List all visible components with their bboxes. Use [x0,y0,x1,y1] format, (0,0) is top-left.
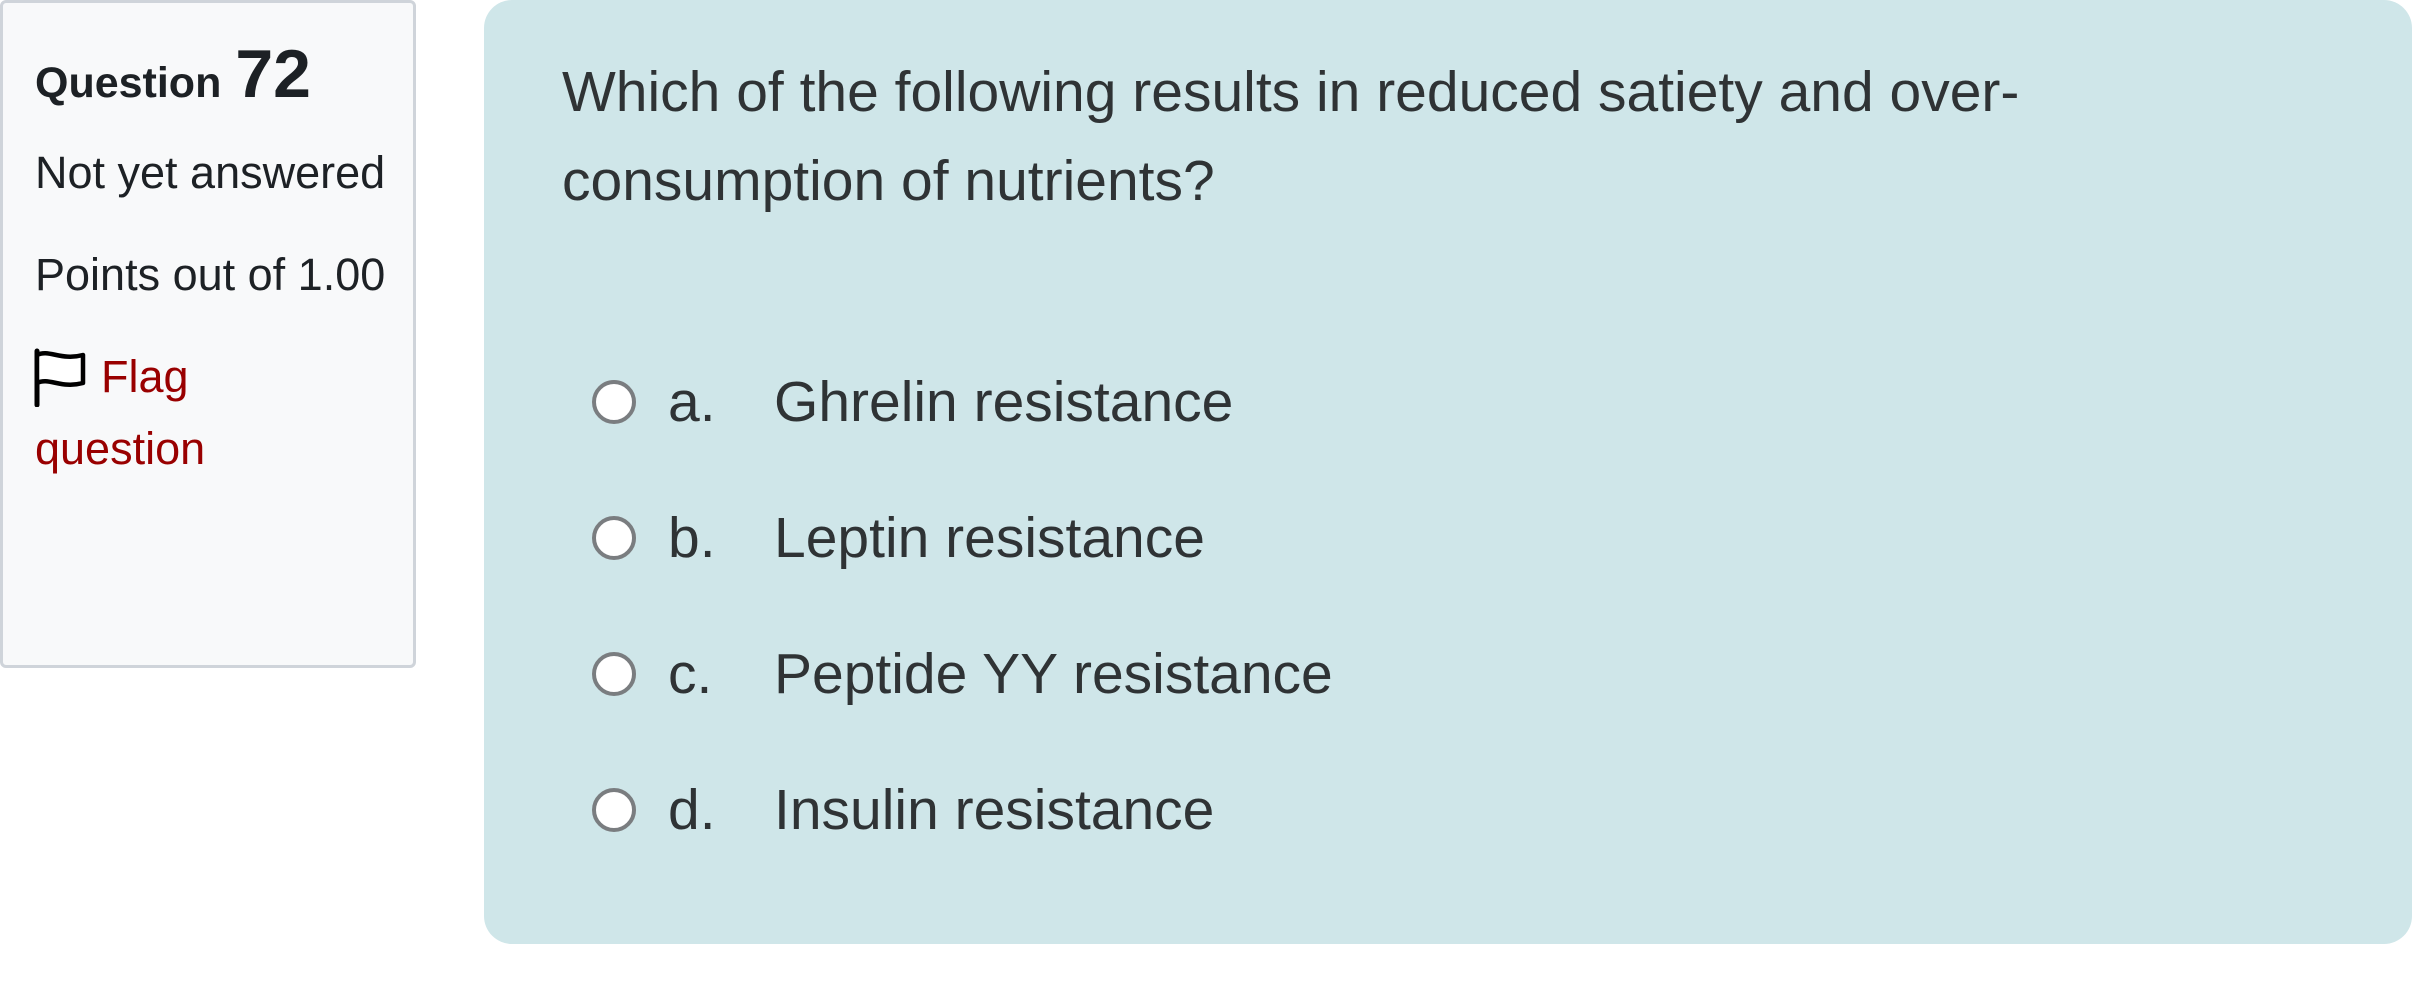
answer-letter: c. [668,642,713,706]
question-number: 72 [235,36,311,112]
answer-letter: b. [668,506,716,570]
answer-option-c[interactable]: c. Peptide YY resistance [562,606,2334,742]
answer-option-d[interactable]: d. Insulin resistance [562,742,2334,878]
question-grade: Points out of 1.00 [35,249,386,300]
answer-list: a. Ghrelin resistance b. Leptin resistan… [562,334,2334,878]
answer-letter: d. [668,778,716,842]
answer-letter: a. [668,370,716,434]
question-text: Which of the following results in reduce… [562,60,2020,213]
radio-button-a[interactable] [592,380,636,424]
question-number-heading: Question 72 [35,29,413,119]
question-content: Which of the following results in reduce… [484,0,2412,944]
question-label: Question [35,59,222,107]
answer-text[interactable]: Ghrelin resistance [774,369,1233,435]
radio-button-b[interactable] [592,516,636,560]
question-info-panel: Question 72 Not yet answered Points out … [0,0,416,668]
radio-button-d[interactable] [592,788,636,832]
answer-text[interactable]: Insulin resistance [774,777,1214,843]
answer-text[interactable]: Peptide YY resistance [774,641,1333,707]
radio-button-c[interactable] [592,652,636,696]
answer-option-b[interactable]: b. Leptin resistance [562,470,2334,606]
flag-icon [34,348,86,407]
flag-question-link[interactable]: Flag question [34,341,413,485]
answer-option-a[interactable]: a. Ghrelin resistance [562,334,2334,470]
answer-text[interactable]: Leptin resistance [774,505,1205,571]
question-state: Not yet answered [35,147,386,198]
